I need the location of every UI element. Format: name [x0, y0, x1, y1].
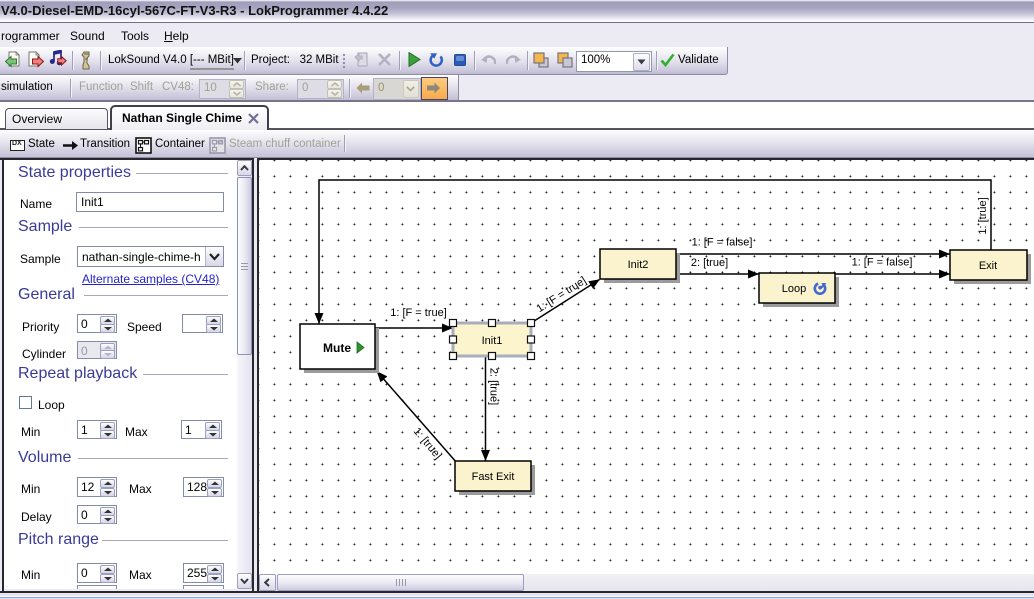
svg-text:1: [true]: 1: [true] [977, 197, 989, 234]
svg-text:1: [F = false]: 1: [F = false] [692, 237, 753, 249]
svg-text:Init2: Init2 [628, 259, 649, 271]
svg-text:1: [F = true]: 1: [F = true] [534, 275, 588, 316]
svg-text:Loop: Loop [782, 283, 806, 295]
svg-text:1: [F = true]: 1: [F = true] [390, 307, 447, 319]
svg-text:Exit: Exit [979, 260, 997, 272]
svg-text:2: [true]: 2: [true] [691, 257, 728, 269]
svg-text:1: [true]: 1: [true] [411, 426, 444, 462]
svg-text:Mute: Mute [323, 341, 351, 355]
svg-text:Fast Exit: Fast Exit [472, 471, 515, 483]
svg-text:2: [true]: 2: [true] [488, 368, 500, 405]
svg-text:Init1: Init1 [482, 335, 503, 347]
svg-text:1: [F = false]: 1: [F = false] [852, 257, 913, 269]
